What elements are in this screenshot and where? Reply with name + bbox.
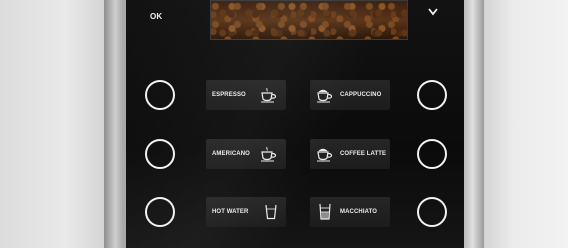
espresso-cup-icon (261, 87, 277, 103)
espresso-label: ESPRESSO (212, 92, 246, 98)
right-select-button-coffee-latte[interactable] (417, 139, 447, 169)
left-select-button-hot-water[interactable] (145, 197, 175, 227)
cappuccino-label: CAPPUCCINO (340, 92, 382, 98)
coffee-cup-icon (261, 146, 277, 162)
americano-label: AMERICANO (212, 151, 250, 157)
americano-button[interactable]: AMERICANO (206, 139, 286, 169)
right-select-button-cappuccino[interactable] (417, 80, 447, 110)
glass-icon (265, 204, 277, 220)
macchiato-label: MACCHIATO (340, 209, 378, 215)
background-wall-right (478, 0, 568, 248)
background-wall-left (0, 0, 110, 248)
left-select-button-espresso[interactable] (145, 80, 175, 110)
cappuccino-button[interactable]: CAPPUCCINO (310, 80, 390, 110)
hot-water-label: HOT WATER (212, 209, 249, 215)
coffee-latte-label: COFFEE LATTE (340, 151, 387, 157)
left-select-button-americano[interactable] (145, 139, 175, 169)
espresso-button[interactable]: ESPRESSO (206, 80, 286, 110)
display-screen (210, 0, 408, 40)
chevron-down-icon[interactable] (428, 8, 438, 16)
coffee-latte-button[interactable]: COFFEE LATTE (310, 139, 390, 169)
macchiato-glass-icon (319, 203, 331, 220)
ok-button[interactable]: OK (150, 12, 162, 21)
latte-cup-icon (317, 148, 333, 162)
macchiato-button[interactable]: MACCHIATO (310, 197, 390, 227)
cappuccino-cup-icon (317, 89, 333, 103)
hot-water-button[interactable]: HOT WATER (206, 197, 286, 227)
right-select-button-macchiato[interactable] (417, 197, 447, 227)
